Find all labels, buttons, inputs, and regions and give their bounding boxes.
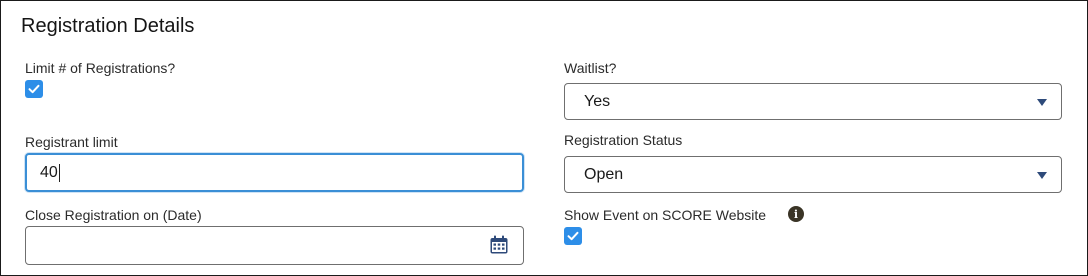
close-registration-date-input[interactable] [25, 226, 524, 265]
registration-status-selected-value: Open [584, 166, 624, 183]
limit-registrations-checkbox[interactable] [25, 80, 43, 98]
section-title: Registration Details [21, 15, 195, 37]
limit-registrations-label: Limit # of Registrations? [25, 60, 176, 76]
info-icon[interactable]: i [788, 206, 804, 222]
close-registration-label: Close Registration on (Date) [25, 207, 202, 223]
text-caret [59, 164, 60, 182]
registration-status-select[interactable]: Open [564, 156, 1062, 193]
checkmark-icon [567, 231, 579, 241]
checkmark-icon [28, 84, 40, 94]
registrant-limit-input[interactable]: 40 [25, 153, 524, 192]
waitlist-label: Waitlist? [564, 60, 617, 76]
calendar-icon[interactable] [489, 235, 509, 255]
waitlist-selected-value: Yes [584, 93, 611, 110]
chevron-down-icon [1037, 98, 1047, 106]
registration-status-label: Registration Status [564, 132, 683, 148]
registrant-limit-label: Registrant limit [25, 134, 118, 150]
waitlist-select[interactable]: Yes [564, 83, 1062, 120]
registrant-limit-value: 40 [40, 164, 58, 181]
registration-details-panel: Registration Details Limit # of Registra… [0, 0, 1088, 276]
chevron-down-icon [1037, 171, 1047, 179]
show-event-label: Show Event on SCORE Website [564, 207, 767, 223]
show-event-checkbox[interactable] [564, 227, 582, 245]
